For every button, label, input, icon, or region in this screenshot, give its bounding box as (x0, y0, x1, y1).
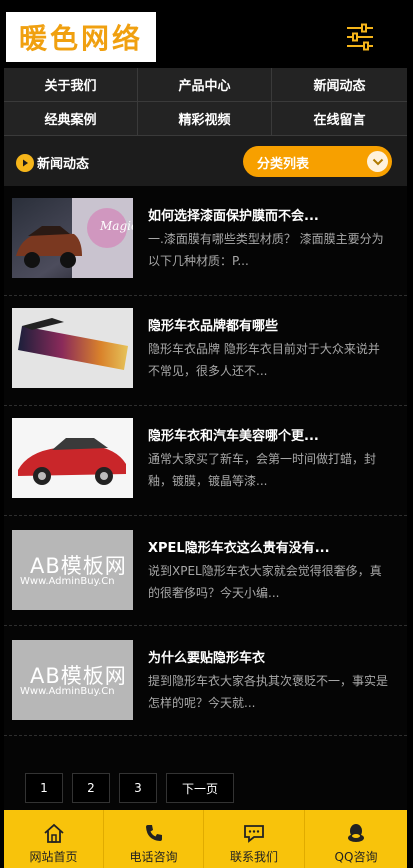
news-thumbnail[interactable] (12, 308, 133, 388)
phone-tab[interactable]: 电话咨询 (104, 810, 204, 868)
nav-item-videos[interactable]: 精彩视频 (138, 102, 272, 136)
news-summary: 通常大家买了新车，会第一时间做打蜡，封釉，镀膜，镀晶等漆... (148, 452, 377, 488)
news-title[interactable]: 为什么要贴隐形车衣 (148, 647, 265, 666)
news-list-item[interactable]: AB模板网 Www.AdminBuy.Cn XPEL隐形车衣这么贵有没有... … (4, 516, 407, 626)
home-tab[interactable]: 网站首页 (4, 810, 104, 868)
category-list-label: 分类列表 (257, 157, 310, 172)
magic-text: Magic (99, 219, 133, 233)
qq-tab-label: QQ咨询 (334, 850, 378, 864)
placeholder-url: Www.AdminBuy.Cn (20, 686, 115, 697)
qq-penguin-icon (348, 824, 364, 842)
play-circle-icon (16, 154, 34, 172)
news-title[interactable]: 隐形车衣品牌都有哪些 (148, 315, 278, 334)
next-page-button[interactable]: 下一页 (166, 773, 234, 803)
page-3-button[interactable]: 3 (119, 773, 157, 803)
nav-item-cases[interactable]: 经典案例 (4, 102, 138, 136)
menu-toggle-button[interactable] (345, 22, 375, 52)
news-list-item[interactable]: AB模板网 Www.AdminBuy.Cn 为什么要贴隐形车衣 提到隐形车衣大家… (4, 626, 407, 736)
nav-item-news[interactable]: 新闻动态 (272, 68, 407, 102)
phone-icon (145, 825, 162, 841)
page-1-button[interactable]: 1 (25, 773, 63, 803)
qq-tab[interactable]: QQ咨询 (305, 810, 407, 868)
car-film-photo: Magic (12, 198, 133, 278)
page-2-button[interactable]: 2 (72, 773, 110, 803)
logo[interactable]: 暖色网络 (6, 12, 156, 62)
phone-tab-label: 电话咨询 (129, 850, 178, 864)
news-summary: 提到隐形车衣大家各执其次褒贬不一，事实是怎样的呢？今天就... (148, 674, 389, 710)
sliders-menu-icon (347, 23, 373, 51)
contact-tab[interactable]: 联系我们 (204, 810, 305, 868)
nav-item-products[interactable]: 产品中心 (138, 68, 272, 102)
news-thumbnail-placeholder[interactable]: AB模板网 Www.AdminBuy.Cn (12, 530, 133, 610)
home-icon (43, 823, 64, 843)
news-title[interactable]: 隐形车衣和汽车美容哪个更... (148, 425, 319, 444)
news-thumbnail-placeholder[interactable]: AB模板网 Www.AdminBuy.Cn (12, 640, 133, 720)
nav-item-message[interactable]: 在线留言 (272, 102, 407, 136)
home-tab-label: 网站首页 (29, 850, 78, 864)
news-thumbnail[interactable] (12, 418, 133, 498)
news-thumbnail[interactable]: Magic (12, 198, 133, 278)
section-title: 新闻动态 (37, 157, 90, 172)
chevron-down-icon (367, 151, 388, 172)
news-title[interactable]: 如何选择漆面保护膜而不会... (148, 205, 319, 224)
bottom-toolbar: 网站首页 电话咨询 联系我们 QQ咨询 (4, 810, 407, 868)
header: 暖色网络 (4, 0, 407, 68)
news-list-item[interactable]: 隐形车衣品牌都有哪些 隐形车衣品牌 隐形车衣目前对于大众来说并不常见，很多人还不… (4, 296, 407, 406)
news-summary: 一.漆面膜有哪些类型材质？ 漆面膜主要分为以下几种材质：P... (148, 232, 384, 268)
main-nav: 关于我们 产品中心 新闻动态 经典案例 精彩视频 在线留言 (4, 68, 407, 136)
news-title[interactable]: XPEL隐形车衣这么贵有没有... (148, 537, 330, 556)
news-list-item[interactable]: 隐形车衣和汽车美容哪个更... 通常大家买了新车，会第一时间做打蜡，封釉，镀膜，… (4, 406, 407, 516)
placeholder-url: Www.AdminBuy.Cn (20, 576, 115, 587)
news-summary: 说到XPEL隐形车衣大家就会觉得很奢侈，真的很奢侈吗？今天小编... (148, 564, 382, 600)
nav-item-about[interactable]: 关于我们 (4, 68, 138, 102)
news-list-item[interactable]: Magic 如何选择漆面保护膜而不会... 一.漆面膜有哪些类型材质？ 漆面膜主… (4, 186, 407, 296)
red-sports-car-photo (12, 418, 133, 498)
film-roll-photo (12, 308, 133, 388)
news-summary: 隐形车衣品牌 隐形车衣目前对于大众来说并不常见，很多人还不... (148, 342, 380, 378)
category-list-button[interactable]: 分类列表 (243, 146, 392, 177)
page-frame: 暖色网络 关于我们 产品中心 新闻动态 经典案例 精彩视频 在线留言 新闻动态 … (4, 0, 407, 868)
logo-text: 暖色网络 (18, 22, 143, 55)
chat-bubble-icon (244, 825, 264, 843)
contact-tab-label: 联系我们 (229, 850, 278, 864)
